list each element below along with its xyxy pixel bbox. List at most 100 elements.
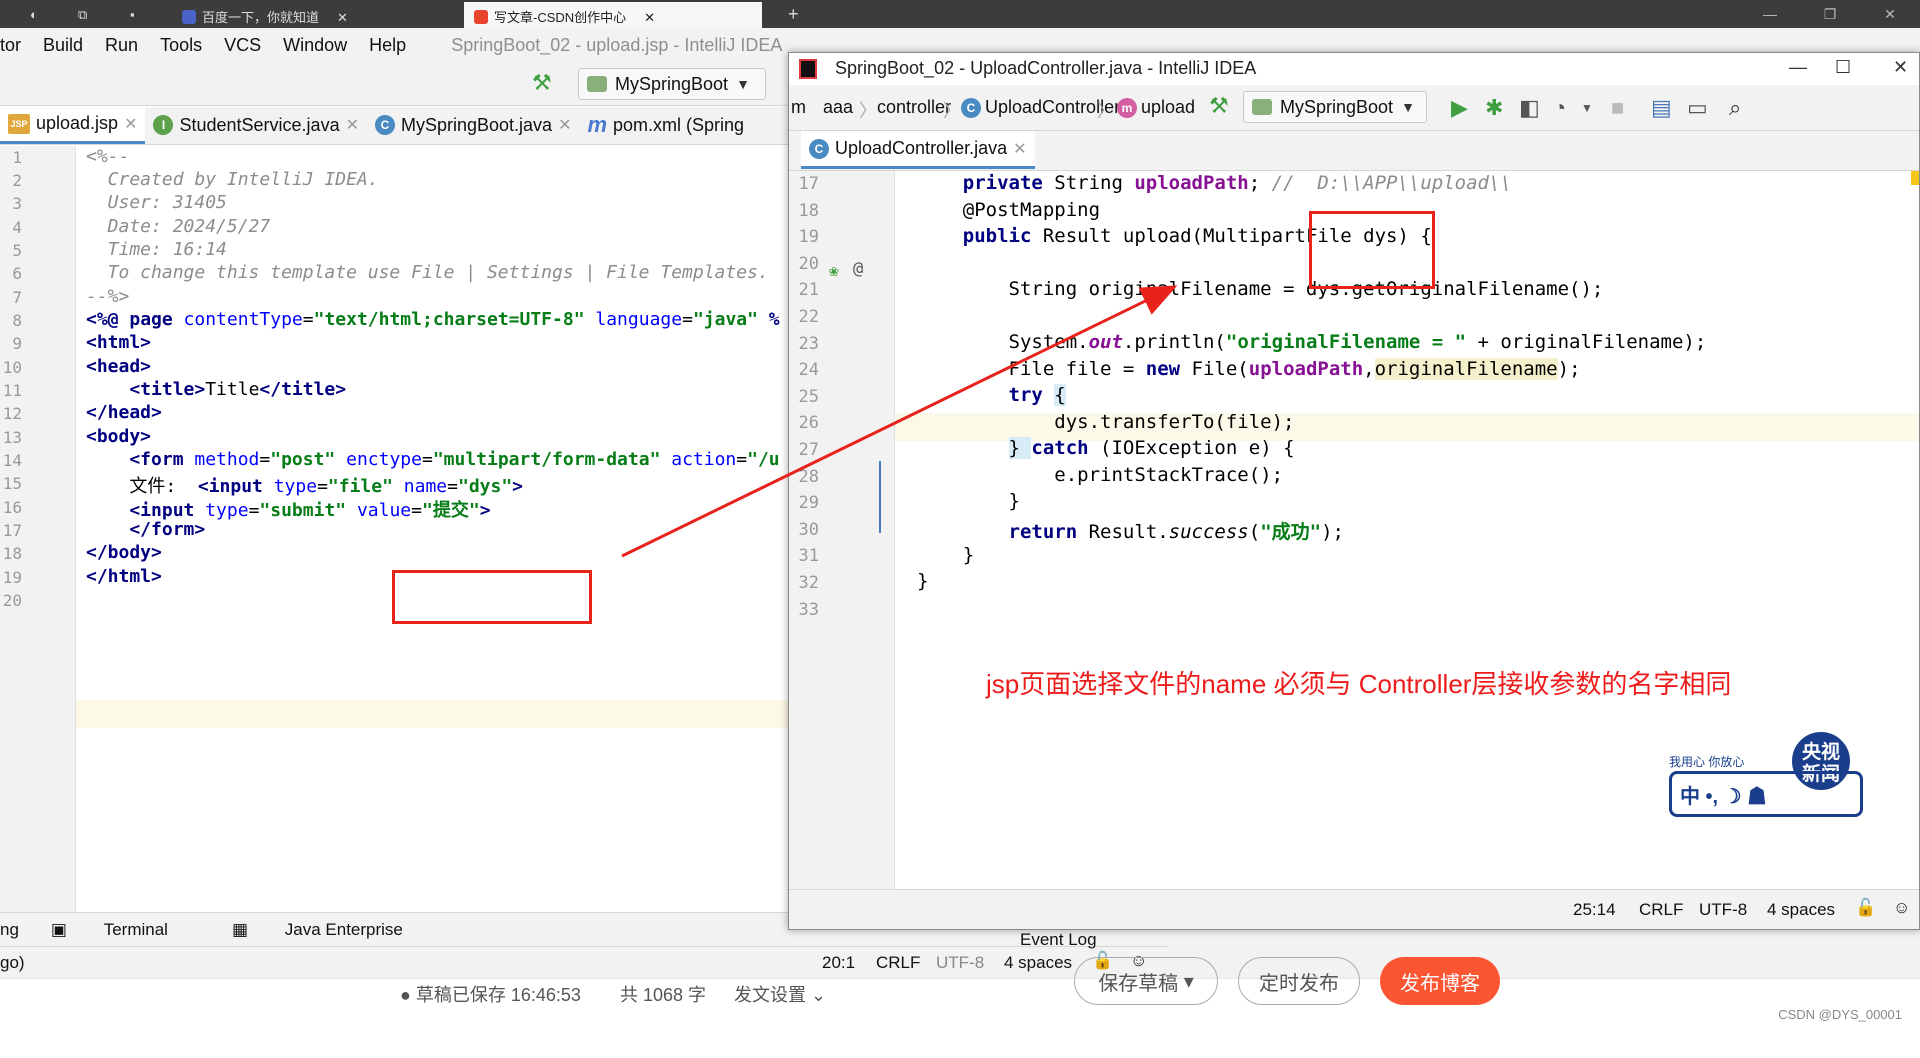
indent-setting[interactable]: 4 spaces (1004, 953, 1072, 973)
breadcrumb-controller[interactable]: controller (877, 97, 951, 118)
close-tab-icon[interactable]: ✕ (558, 115, 571, 135)
menu-run[interactable]: Run (94, 35, 149, 56)
chevron-down-icon[interactable]: ▼ (1581, 95, 1593, 121)
publish-blog-button[interactable]: 发布博客 (1380, 957, 1500, 1005)
code-line-21: String originalFilename = dys.getOrigina… (917, 278, 1604, 300)
code-line-8: <%@ page contentType="text/html;charset=… (86, 309, 780, 330)
code-line-26: dys.transferTo(file); (917, 411, 1295, 433)
left-code-editor[interactable]: 1 2 3 4 5 6 7 8 9 10 11 12 13 14 15 16 17 18 19 20 <%-- Cre… (0, 146, 790, 951)
right-code-editor[interactable]: 17 18 19 20 21 22 23 24 25 26 27 28 29 30 31 32 33 ❀ @ p… (789, 171, 1919, 889)
spring-bean-gutter-icon[interactable]: ❀ (829, 261, 839, 280)
method-icon: m (1117, 98, 1137, 118)
new-tab-button[interactable]: + (778, 2, 809, 28)
code-line-29: } (917, 490, 1020, 512)
code-line-10: <head> (86, 356, 152, 377)
browser-tab-pinned-2[interactable]: ⧉ (68, 2, 98, 28)
layout-icon[interactable]: ▭ (1687, 95, 1708, 121)
line-separator[interactable]: CRLF (1639, 900, 1683, 920)
close-tab-icon[interactable]: ✕ (124, 114, 137, 134)
line-number: 20 (2, 591, 22, 610)
debug-icon[interactable]: ✱ (1485, 95, 1503, 121)
save-draft-button[interactable]: 保存草稿 ▾ (1074, 957, 1218, 1005)
menu-window[interactable]: Window (272, 35, 358, 56)
lock-icon[interactable]: 🔓 (1855, 898, 1876, 918)
tab-student-service[interactable]: I StudentService.java ✕ (145, 106, 367, 144)
tool-window-java-enterprise[interactable]: ▦ Java Enterprise (232, 920, 435, 940)
menu-build[interactable]: Build (32, 35, 94, 56)
draft-status: ● 草稿已保存 16:46:53 (400, 985, 581, 1005)
menu-help[interactable]: Help (358, 35, 417, 56)
close-icon[interactable]: ✕ (1860, 0, 1920, 28)
event-log-label[interactable]: Event Log (1020, 930, 1097, 950)
code-line-24: File file = new File(uploadPath,original… (917, 358, 1581, 380)
code-line-3: User: 31405 (86, 192, 227, 213)
search-icon[interactable]: ⌕ (1729, 95, 1741, 121)
file-encoding[interactable]: UTF-8 (936, 953, 984, 973)
annotation-gutter-icon[interactable]: @ (853, 259, 863, 279)
breadcrumb-aaa[interactable]: aaa (823, 97, 853, 118)
profile-icon[interactable]: ◔ (1553, 95, 1566, 121)
build-hammer-icon[interactable]: ⚒ (532, 70, 552, 96)
inspector-icon[interactable]: ☺ (1893, 898, 1910, 918)
line-number: 31 (798, 546, 819, 567)
cctv-news-logo: 央视 新闻 我用心 你放心 中 •, ☽ ☗ (1669, 729, 1869, 825)
indent-setting[interactable]: 4 spaces (1767, 900, 1835, 920)
line-number: 24 (798, 360, 819, 381)
line-separator[interactable]: CRLF (876, 953, 920, 973)
browser-tab-pinned[interactable]: ◐ (20, 2, 50, 28)
class-icon: C (374, 115, 395, 135)
close-tab-icon[interactable]: ✕ (1013, 139, 1026, 159)
tab-close-icon[interactable]: ✕ (337, 10, 348, 25)
minimize-icon[interactable]: — (1740, 0, 1800, 28)
line-number: 25 (798, 386, 819, 407)
close-icon[interactable]: ✕ (1893, 57, 1908, 78)
maven-icon: m (587, 112, 608, 137)
breadcrumb-sep-icon: 〉 (1097, 101, 1115, 121)
csdn-watermark: CSDN @DYS_00001 (1778, 1007, 1902, 1022)
build-hammer-icon[interactable]: ⚒ (1209, 93, 1229, 119)
browser-tab-baidu[interactable]: 百度一下，你就知道 ✕ (172, 2, 462, 28)
check-icon: ● (400, 985, 416, 1005)
menu-vcs[interactable]: VCS (213, 35, 272, 56)
coverage-icon[interactable]: ◧ (1519, 95, 1540, 121)
restore-icon[interactable]: ❐ (1800, 0, 1860, 28)
right-title-bar: SpringBoot_02 - UploadController.java - … (789, 53, 1919, 85)
tool-window-log[interactable]: ng (0, 920, 19, 940)
menu-editor[interactable]: tor (0, 35, 32, 56)
line-number: 16 (2, 498, 22, 517)
tab-close-icon[interactable]: ✕ (644, 10, 655, 25)
code-line-27: } catch (IOException e) { (1008, 437, 1295, 459)
code-line-30: return Result.success("成功"); (1008, 521, 1344, 543)
minimize-icon[interactable]: — (1789, 57, 1807, 78)
tool-window-terminal[interactable]: ▣ Terminal (51, 920, 200, 940)
maximize-icon[interactable]: ☐ (1835, 57, 1851, 78)
file-encoding[interactable]: UTF-8 (1699, 900, 1747, 920)
browser-tab-csdn[interactable]: 写文章-CSDN创作中心 ✕ (464, 2, 762, 28)
breadcrumb-upload-method[interactable]: upload (1141, 97, 1195, 118)
project-structure-icon[interactable]: ▤ (1651, 95, 1672, 121)
class-icon: C (961, 98, 981, 118)
browser-tab-pinned-3[interactable]: ▪ (120, 2, 150, 28)
publish-settings-link[interactable]: 发文设置 ⌄ (734, 981, 826, 1007)
current-line-highlight (0, 700, 790, 728)
run-config-select[interactable]: MySpringBoot ▼ (1243, 91, 1427, 123)
schedule-publish-button[interactable]: 定时发布 (1238, 957, 1360, 1005)
stop-icon[interactable]: ■ (1611, 95, 1624, 121)
tab-pom-xml[interactable]: m pom.xml (Spring (579, 106, 752, 144)
line-number: 20 (798, 253, 819, 274)
line-number: 5 (12, 241, 22, 260)
menu-tools[interactable]: Tools (149, 35, 213, 56)
browser-window-controls: — ❐ ✕ (1740, 0, 1920, 28)
run-config-select[interactable]: MySpringBoot ▼ (578, 68, 766, 100)
line-number: 12 (2, 404, 22, 423)
right-ide-window: SpringBoot_02 - UploadController.java - … (788, 52, 1920, 930)
caret-position[interactable]: 20:1 (822, 953, 855, 973)
breadcrumb-m[interactable]: m (791, 97, 806, 118)
caret-position[interactable]: 25:14 (1573, 900, 1616, 920)
tab-upload-jsp[interactable]: JSP upload.jsp ✕ (0, 106, 146, 144)
tab-upload-controller[interactable]: C UploadController.java ✕ (801, 131, 1035, 169)
run-icon[interactable]: ▶ (1451, 95, 1468, 121)
close-tab-icon[interactable]: ✕ (346, 115, 359, 135)
line-number: 30 (798, 519, 819, 540)
tab-myspringboot[interactable]: C MySpringBoot.java ✕ (367, 106, 579, 144)
